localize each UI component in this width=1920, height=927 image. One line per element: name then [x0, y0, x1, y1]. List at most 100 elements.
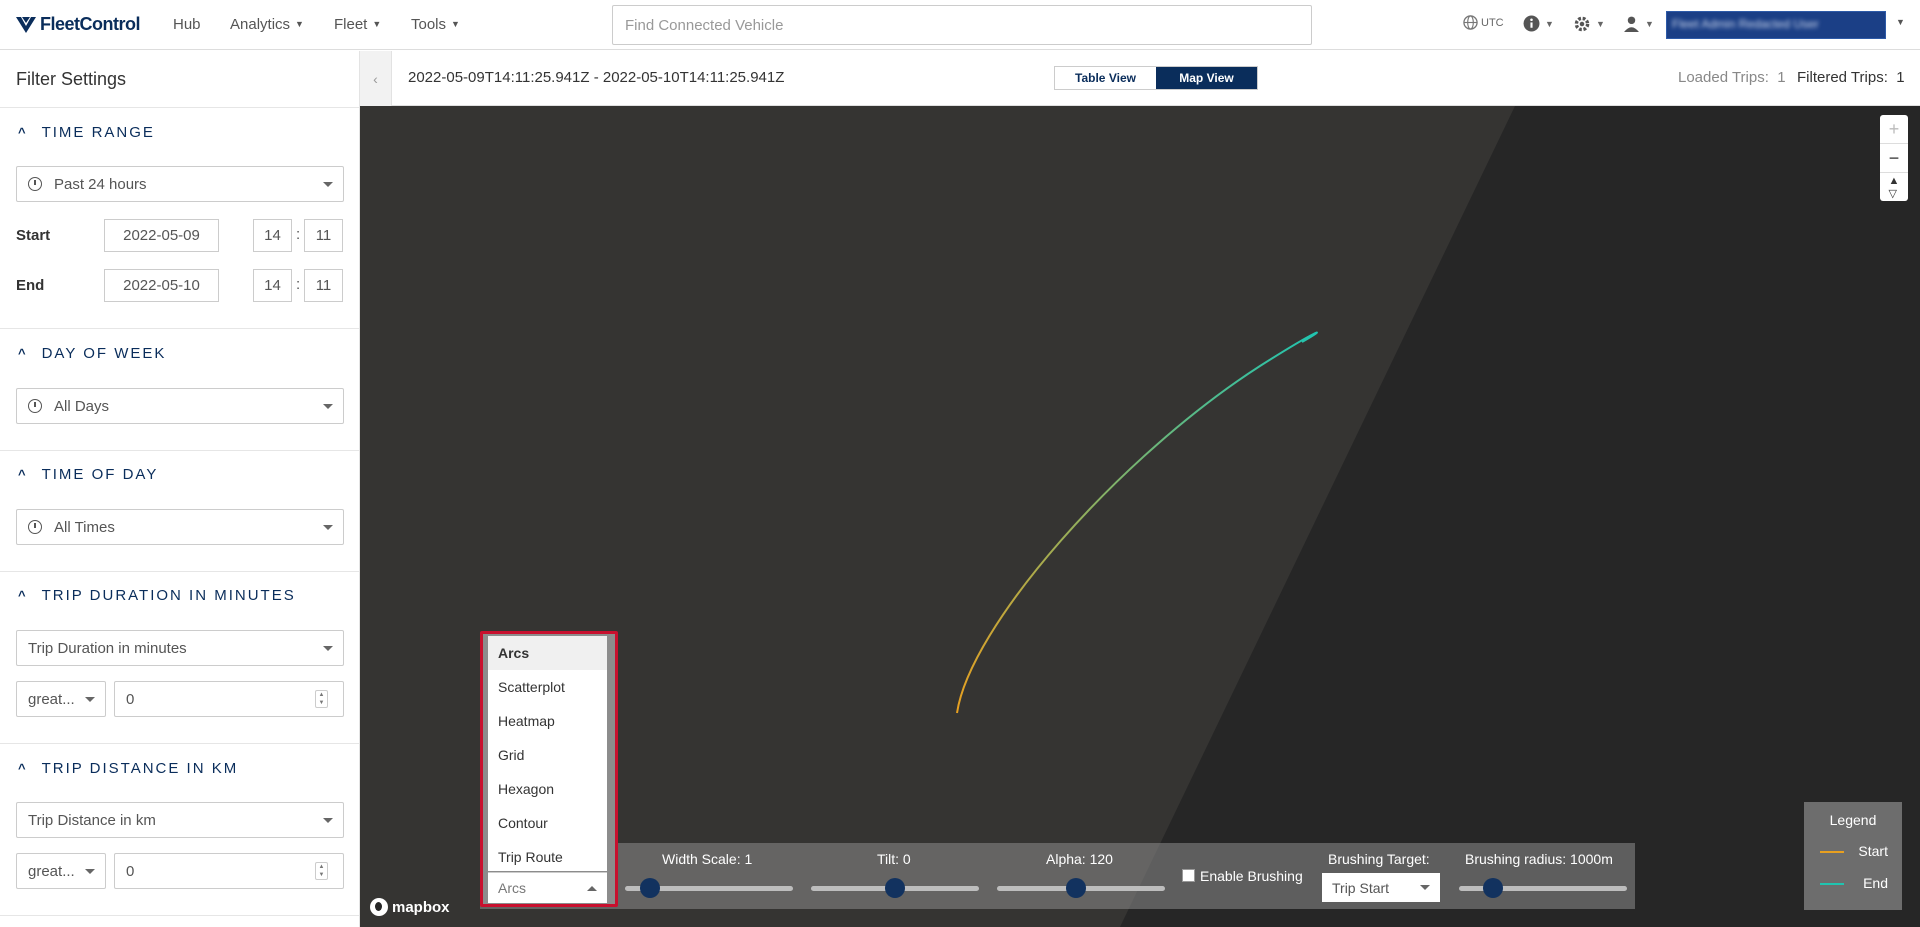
divider: [0, 915, 359, 916]
user-name: Fleet Admin Redacted User: [1672, 17, 1819, 31]
map-legend: Legend Start End: [1804, 802, 1902, 910]
width-scale-label: Width Scale: 1: [662, 851, 753, 867]
gear-icon: [1574, 16, 1590, 32]
brushing-radius-slider-handle[interactable]: [1482, 878, 1503, 898]
number-stepper-icon[interactable]: ▲ ▼: [315, 690, 328, 708]
dropdown-arrow-icon: [323, 818, 333, 823]
divider: [0, 571, 359, 572]
layer-option-contour[interactable]: Contour: [488, 806, 607, 840]
select-value: great...: [28, 862, 75, 880]
zoom-out-button[interactable]: −: [1880, 144, 1908, 173]
enable-brushing-checkbox[interactable]: [1182, 869, 1195, 882]
timezone-selector[interactable]: UTC: [1463, 15, 1504, 30]
tilt-label: Tilt: 0: [877, 851, 911, 867]
trip-distance-select[interactable]: Trip Distance in km: [16, 802, 344, 838]
time-range-select[interactable]: Past 24 hours: [16, 166, 344, 202]
enable-brushing-label: Enable Brushing: [1200, 868, 1303, 884]
brand-name: FleetControl: [40, 14, 141, 34]
tilt-slider-handle[interactable]: [885, 878, 905, 898]
dropdown-arrow-icon: [1420, 885, 1430, 890]
end-date-input[interactable]: 2022-05-10: [104, 269, 219, 302]
user-menu[interactable]: ▼: [1623, 15, 1654, 32]
map-view-button[interactable]: Map View: [1156, 67, 1257, 89]
select-value: Trip Duration in minutes: [28, 639, 187, 657]
mapbox-logo-icon: [370, 898, 388, 916]
globe-icon: [1463, 15, 1478, 30]
brushing-target-label: Brushing Target:: [1328, 851, 1430, 867]
end-hour-input[interactable]: 14: [253, 269, 292, 302]
time-of-day-select[interactable]: All Times: [16, 509, 344, 545]
trip-duration-value-input[interactable]: 0: [114, 681, 344, 717]
top-navbar: FleetControl Hub Analytics ▼ Fleet ▼ Tools…: [0, 0, 1920, 50]
brushing-target-select[interactable]: Trip Start: [1322, 873, 1440, 902]
chevron-up-icon: ^: [18, 346, 28, 361]
divider: [0, 107, 359, 108]
mapbox-label: mapbox: [392, 898, 450, 916]
day-of-week-select[interactable]: All Days: [16, 388, 344, 424]
trip-distance-value-input[interactable]: 0: [114, 853, 344, 889]
legend-swatch-start: [1820, 851, 1844, 853]
section-trip-duration-header[interactable]: ^ TRIP DURATION IN MINUTES: [18, 587, 296, 604]
nav-tools[interactable]: Tools ▼: [411, 16, 460, 33]
start-date-input[interactable]: 2022-05-09: [104, 219, 219, 252]
start-hour-input[interactable]: 14: [253, 219, 292, 252]
nav-analytics-label: Analytics: [230, 16, 291, 33]
filtered-trips: Filtered Trips: 1: [1797, 69, 1905, 86]
alpha-slider-handle[interactable]: [1065, 878, 1086, 898]
layer-option-scatterplot[interactable]: Scatterplot: [488, 670, 607, 704]
section-time-range-header[interactable]: ^ TIME RANGE: [18, 124, 155, 141]
help-menu[interactable]: ▼: [1523, 15, 1554, 32]
nav-tools-label: Tools: [411, 16, 447, 33]
settings-menu[interactable]: ▼: [1573, 15, 1605, 33]
sidebar-title: Filter Settings: [16, 69, 127, 89]
table-view-button[interactable]: Table View: [1055, 67, 1156, 89]
trip-duration-select[interactable]: Trip Duration in minutes: [16, 630, 344, 666]
start-minute-input[interactable]: 11: [304, 219, 343, 252]
reset-north-button[interactable]: ▲ ▽: [1880, 173, 1908, 201]
select-value: Past 24 hours: [54, 175, 147, 193]
number-stepper-icon[interactable]: ▲ ▼: [315, 862, 328, 880]
loaded-trips: Loaded Trips: 1: [1678, 69, 1786, 86]
layer-option-hexagon[interactable]: Hexagon: [488, 772, 607, 806]
nav-analytics[interactable]: Analytics ▼: [230, 16, 304, 33]
zoom-in-button[interactable]: +: [1880, 115, 1908, 144]
nav-fleet[interactable]: Fleet ▼: [334, 16, 381, 33]
end-minute-input[interactable]: 11: [304, 269, 343, 302]
date-range-label: 2022-05-09T14:11:25.941Z - 2022-05-10T14…: [408, 69, 785, 86]
nav-fleet-label: Fleet: [334, 16, 368, 33]
chevron-down-icon: ▼: [1596, 19, 1605, 29]
layer-option-heatmap[interactable]: Heatmap: [488, 704, 607, 738]
chevron-down-icon: ▼: [1645, 18, 1654, 29]
section-title: TIME OF DAY: [41, 466, 159, 483]
chevron-up-icon: ^: [18, 125, 28, 140]
chevron-down-icon: ▼: [1545, 18, 1554, 29]
section-title: TIME RANGE: [41, 124, 155, 141]
legend-swatch-end: [1820, 883, 1844, 885]
minus-icon: −: [1888, 147, 1900, 168]
chevron-down-icon: ▼: [1896, 17, 1905, 27]
layer-type-select[interactable]: Arcs: [488, 872, 607, 903]
section-trip-distance-header[interactable]: ^ TRIP DISTANCE IN KM: [18, 760, 238, 777]
section-title: TRIP DISTANCE IN KM: [41, 760, 239, 777]
divider: [0, 450, 359, 451]
brand-logo[interactable]: FleetControl: [16, 14, 141, 35]
nav-hub[interactable]: Hub: [173, 16, 201, 33]
layer-type-options: Arcs Scatterplot Heatmap Grid Hexagon Co…: [488, 636, 607, 871]
nav-hub-label: Hub: [173, 16, 201, 33]
trip-distance-operator-select[interactable]: great...: [16, 853, 106, 889]
alpha-label: Alpha: 120: [1046, 851, 1113, 867]
search-input[interactable]: [612, 5, 1312, 45]
section-time-of-day-header[interactable]: ^ TIME OF DAY: [18, 466, 158, 483]
section-day-of-week-header[interactable]: ^ DAY OF WEEK: [18, 345, 166, 362]
layer-option-grid[interactable]: Grid: [488, 738, 607, 772]
mapbox-attribution[interactable]: mapbox: [370, 898, 450, 916]
trip-duration-operator-select[interactable]: great...: [16, 681, 106, 717]
view-toggle: Table View Map View: [1054, 66, 1258, 90]
start-label: Start: [16, 227, 51, 244]
chevron-up-icon: ^: [18, 467, 28, 482]
fleetcontrol-logo-icon: [16, 16, 36, 33]
layer-option-trip-route[interactable]: Trip Route: [488, 840, 607, 874]
collapse-sidebar-button[interactable]: ‹: [360, 51, 392, 106]
chevron-down-icon: ▼: [372, 19, 382, 29]
layer-option-arcs[interactable]: Arcs: [488, 636, 607, 670]
